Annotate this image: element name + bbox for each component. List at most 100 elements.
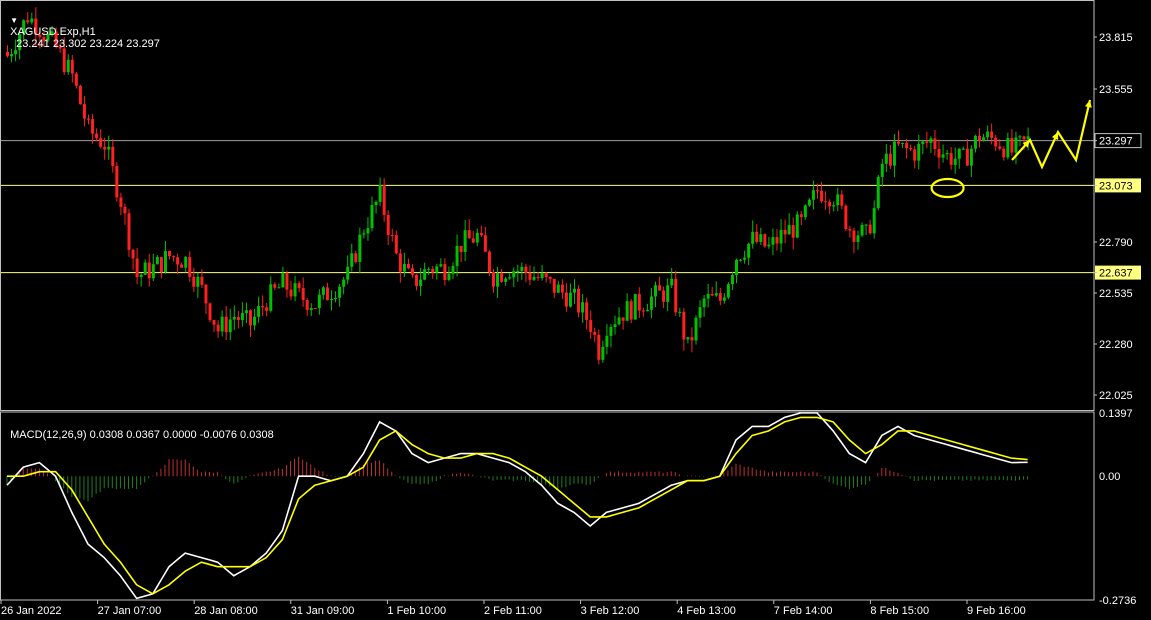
candle-body — [370, 205, 374, 229]
macd-y-tick-label: -0.2736 — [1099, 595, 1136, 607]
candle-body — [860, 225, 864, 236]
candle-body — [475, 232, 479, 243]
candle-body — [747, 243, 751, 258]
candle-body — [775, 237, 779, 244]
candle-body — [398, 253, 402, 272]
candle-body — [605, 335, 609, 347]
trading-chart[interactable]: 23.815 23.555 23.297 23.073 22.790 22.637 22.5… — [0, 0, 1151, 620]
candle-body — [500, 273, 504, 282]
candle-body — [577, 288, 581, 313]
candle-body — [957, 148, 961, 159]
candle-body — [443, 264, 447, 280]
candle-body — [10, 54, 14, 57]
x-tick-label: 7 Feb 14:00 — [774, 605, 833, 617]
candle-body — [706, 293, 710, 299]
y-tick-label: 22.637 — [1099, 268, 1133, 280]
candle-body — [127, 213, 131, 250]
candle-body — [844, 205, 848, 230]
candle-body — [540, 273, 544, 279]
x-tick-label: 3 Feb 12:00 — [581, 605, 640, 617]
candle-body — [832, 205, 836, 207]
candle-body — [973, 135, 977, 149]
candle-body — [658, 285, 662, 291]
symbol-label: XAGUSD.Exp,H1 — [10, 26, 96, 38]
candle-body — [714, 293, 718, 296]
candle-body — [771, 237, 775, 245]
candle-body — [767, 244, 771, 247]
candle-body — [224, 316, 228, 333]
candle-body — [330, 298, 333, 301]
y-tick-label: 23.555 — [1099, 84, 1133, 96]
candle-body — [435, 266, 439, 273]
candle-body — [115, 166, 119, 198]
candle-body — [70, 59, 74, 74]
candle-body — [953, 158, 957, 165]
candle-body — [62, 48, 66, 73]
candle-body — [317, 294, 321, 309]
candle-body — [277, 287, 281, 289]
candle-body — [463, 230, 467, 252]
y-tick-label: 23.073 — [1099, 180, 1133, 192]
candle-body — [820, 190, 824, 202]
candle-body — [941, 154, 945, 158]
candle-body — [828, 201, 832, 207]
candle-body — [783, 229, 787, 235]
y-tick-label: 22.535 — [1099, 288, 1133, 300]
candle-body — [913, 149, 917, 161]
candle-body — [524, 266, 528, 273]
candle-body — [702, 298, 706, 308]
candle-body — [163, 251, 167, 273]
candle-body — [508, 277, 512, 279]
candle-body — [520, 266, 524, 271]
candle-body — [795, 214, 799, 238]
candle-body — [147, 262, 151, 279]
candle-body — [654, 285, 657, 297]
candle-body — [305, 299, 309, 310]
macd-label: MACD(12,26,9) 0.0308 0.0367 0.0000 -0.00… — [10, 429, 274, 441]
candle-body — [6, 52, 9, 57]
candle-body — [755, 231, 759, 242]
candle-body — [135, 258, 139, 278]
candle-body — [751, 231, 755, 244]
candle-body — [848, 229, 852, 231]
candle-body — [265, 307, 269, 311]
candle-body — [824, 201, 828, 203]
macd-y-tick-label: 0.00 — [1099, 471, 1120, 483]
candle-body — [216, 324, 220, 332]
candle-body — [143, 262, 147, 275]
candle-body — [888, 153, 892, 166]
candle-body — [451, 265, 455, 274]
candle-body — [249, 310, 252, 326]
candle-body — [390, 235, 394, 237]
candle-body — [528, 272, 532, 280]
candle-body — [730, 274, 734, 285]
symbol-header[interactable]: ▼ XAGUSD.Exp,H1 23.241 23.302 23.224 23.… — [4, 2, 160, 50]
candle-body — [240, 313, 244, 321]
candle-body — [208, 303, 212, 321]
candle-body — [884, 153, 888, 164]
candle-body — [678, 311, 682, 313]
candle-body — [564, 292, 568, 307]
x-tick-label: 2 Feb 11:00 — [484, 605, 542, 617]
triangle-down-icon[interactable]: ▼ — [10, 16, 18, 25]
candle-body — [281, 272, 285, 288]
candle-body — [864, 224, 868, 226]
candle-body — [872, 208, 876, 234]
candle-body — [735, 259, 738, 275]
candle-body — [107, 146, 111, 150]
candle-body — [901, 142, 905, 144]
candle-body — [1002, 148, 1006, 158]
candle-body — [253, 316, 257, 326]
candle-body — [350, 253, 354, 267]
candle-body — [155, 257, 159, 265]
candle-body — [455, 245, 459, 266]
candle-body — [504, 278, 508, 282]
candle-body — [232, 316, 236, 320]
candle-body — [694, 317, 698, 341]
candle-body — [1006, 137, 1010, 158]
candle-body — [965, 148, 969, 166]
candle-body — [366, 228, 370, 234]
candle-body — [415, 274, 419, 287]
ohlc-label: 23.241 23.302 23.224 23.297 — [16, 38, 160, 50]
candle-body — [91, 119, 95, 134]
